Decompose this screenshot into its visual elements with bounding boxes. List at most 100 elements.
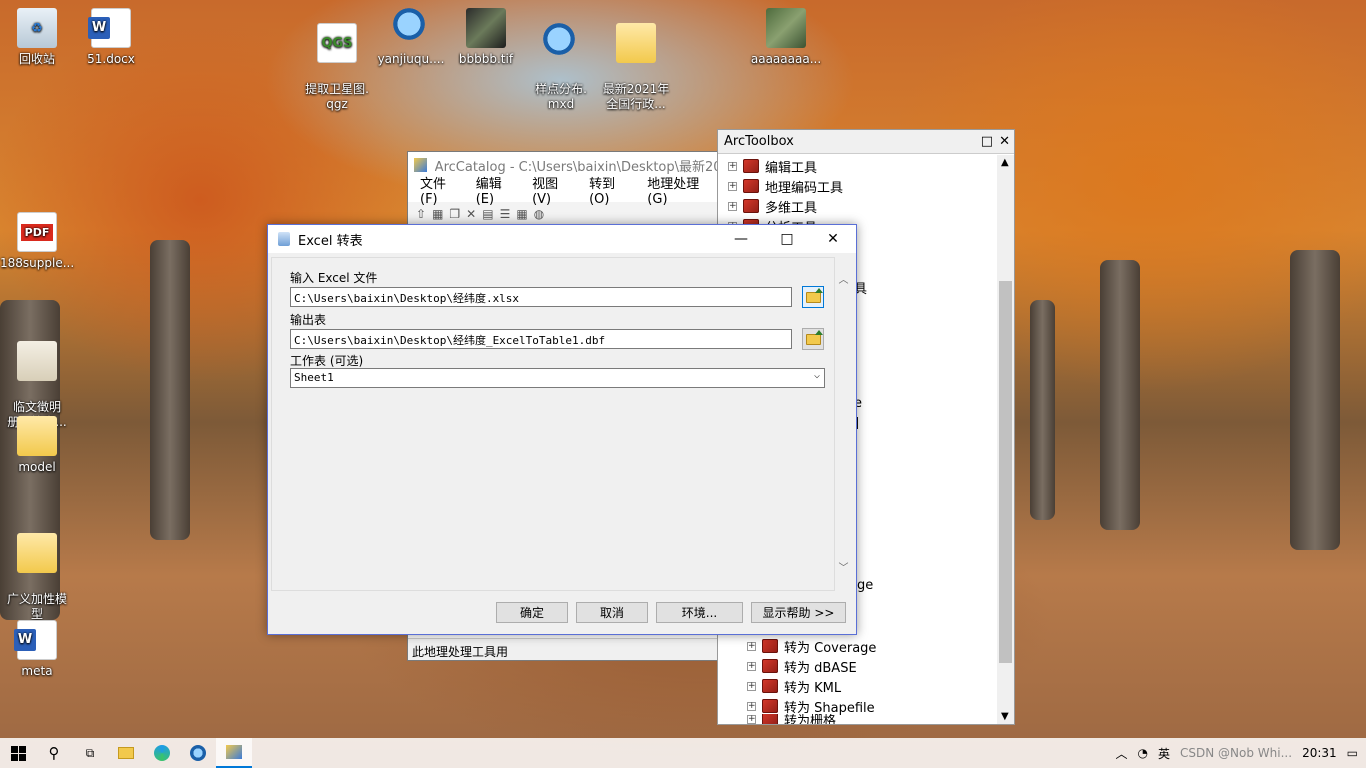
toolset-label: 转为 dBASE [784, 660, 857, 676]
scroll-down-icon[interactable]: ▼ [1001, 711, 1009, 722]
connect-folder-icon[interactable]: ▦ [432, 207, 443, 221]
toolbox-item-geocoding[interactable]: + 地理编码工具 [728, 176, 843, 196]
scroll-down-icon[interactable]: ﹀ [835, 559, 852, 576]
sheet-label: 工作表 (可选) [290, 354, 364, 368]
desktop-icon-qgz[interactable]: QGS 提取卫星图. qgz [300, 8, 374, 127]
toolbox-item-to-kml[interactable]: + 转为 KML [747, 676, 841, 696]
desktop-icon-recycle-bin[interactable]: ♻ 回收站 [0, 8, 74, 67]
pdf-icon: PDF [17, 212, 57, 252]
output-table-field[interactable]: C:\Users\baixin\Desktop\经纬度_ExcelToTable… [290, 329, 792, 349]
chevron-down-icon[interactable]: ⌵ [814, 370, 820, 381]
desktop-icon-label: 样点分布. mxd [535, 82, 587, 111]
expand-icon[interactable]: + [728, 161, 737, 171]
toolset-icon [762, 714, 778, 724]
desktop-icon-51-docx[interactable]: 51.docx [74, 8, 148, 67]
menu-edit[interactable]: 编辑(E) [468, 173, 524, 207]
edge-button[interactable] [144, 738, 180, 768]
folder-icon [17, 416, 57, 456]
menu-view[interactable]: 视图(V) [524, 173, 581, 207]
desktop-icon-sample-mxd[interactable]: 样点分布. mxd [524, 8, 598, 127]
dialog-titlebar[interactable]: Excel 转表 — □ ✕ [268, 225, 856, 253]
list-icon[interactable]: ☰ [500, 207, 511, 221]
arctoolbox-scrollbar[interactable]: ▲ ▼ [997, 155, 1014, 724]
desktop-icon-pdf[interactable]: PDF 188supple... [0, 212, 74, 271]
copy-icon[interactable]: ❐ [449, 207, 460, 221]
watermark-text: CSDN @Nob Whi... [1180, 746, 1293, 760]
input-excel-field[interactable]: C:\Users\baixin\Desktop\经纬度.xlsx [290, 287, 792, 307]
start-button[interactable] [0, 738, 36, 768]
task-view-button[interactable]: ⧉ [72, 738, 108, 768]
search-button[interactable]: ⚲ [36, 738, 72, 768]
toolset-icon [762, 699, 778, 713]
close-icon[interactable]: ✕ [999, 134, 1010, 149]
show-help-button[interactable]: 显示帮助 >> [751, 602, 846, 623]
toolbox-item-to-raster[interactable]: + 转为栅格 [747, 714, 836, 724]
large-icons-icon[interactable]: ▤ [482, 207, 493, 221]
toolbox-item-to-dbase[interactable]: + 转为 dBASE [747, 656, 857, 676]
expand-icon[interactable]: + [728, 181, 737, 191]
sheet-select-value: Sheet1 [294, 371, 334, 384]
dialog-scrollbar[interactable]: ︿ ﹀ [835, 261, 852, 581]
menu-goto[interactable]: 转到(O) [581, 173, 639, 207]
desktop-icon-aaaa[interactable]: aaaaaaaa... [749, 8, 823, 67]
edge-browser-icon [154, 745, 170, 761]
minimize-icon[interactable]: — [718, 225, 764, 253]
sheet-select[interactable]: Sheet1 ⌵ [290, 368, 825, 388]
expand-icon[interactable]: + [747, 641, 756, 651]
desktop-icon-bbbbb-tif[interactable]: bbbbb.tif [449, 8, 523, 67]
toolbox-item-multidimension[interactable]: + 多维工具 [728, 196, 817, 216]
menu-geoprocessing[interactable]: 地理处理(G) [639, 173, 721, 207]
globe-icon[interactable]: ◍ [534, 207, 544, 221]
arccatalog-taskbar-button[interactable] [216, 738, 252, 768]
notification-icon[interactable]: ▭ [1347, 746, 1358, 760]
input-language[interactable]: 英 [1158, 745, 1170, 762]
arccatalog-status: 此地理处理工具用 [408, 638, 721, 660]
menu-file[interactable]: 文件(F) [412, 173, 468, 207]
toolbox-item-to-shapefile[interactable]: + 转为 Shapefile [747, 696, 875, 716]
expand-icon[interactable]: + [747, 661, 756, 671]
expand-icon[interactable]: + [728, 201, 737, 211]
toolset-icon [762, 639, 778, 653]
cancel-button[interactable]: 取消 [576, 602, 648, 623]
expand-icon[interactable]: + [747, 701, 756, 711]
maximize-icon[interactable]: □ [981, 134, 993, 149]
chevron-up-icon[interactable]: ︿ [1116, 745, 1128, 762]
clock[interactable]: 20:31 [1302, 746, 1337, 760]
scroll-up-icon[interactable]: ︿ [835, 271, 852, 288]
toolset-label: 转为 Shapefile [784, 700, 875, 716]
desktop-icon-yanjiuqu[interactable]: yanjiuqu.... [374, 8, 448, 67]
expand-icon[interactable]: + [747, 714, 756, 724]
dialog-parameters-panel: 输入 Excel 文件 C:\Users\baixin\Desktop\经纬度.… [271, 257, 835, 591]
browse-output-button[interactable] [802, 328, 824, 350]
environments-button[interactable]: 环境... [656, 602, 743, 623]
desktop-icon-label: yanjiuqu.... [377, 52, 445, 66]
desktop-icon-admin-folder[interactable]: 最新2021年 全国行政... [599, 8, 673, 127]
search-icon: ⚲ [48, 744, 60, 762]
file-explorer-button[interactable] [108, 738, 144, 768]
close-icon[interactable]: ✕ [810, 225, 856, 253]
toolbox-item-to-coverage[interactable]: + 转为 Coverage [747, 636, 876, 656]
toolbox-item-editing[interactable]: + 编辑工具 [728, 156, 817, 176]
desktop-icon-meta[interactable]: meta [0, 620, 74, 679]
desktop-icon-model[interactable]: model [0, 416, 74, 475]
scroll-up-icon[interactable]: ▲ [1001, 157, 1009, 168]
browse-input-button[interactable] [802, 286, 824, 308]
arctoolbox-titlebar[interactable]: ArcToolbox □ ✕ [718, 130, 1014, 154]
arcmap-taskbar-button[interactable] [180, 738, 216, 768]
scrollbar-thumb[interactable] [999, 281, 1012, 663]
desktop-icon-label: model [18, 460, 56, 474]
toolbox-label: 地理编码工具 [765, 180, 844, 196]
desktop-icon-label: 51.docx [87, 52, 135, 66]
up-folder-icon[interactable]: ⇧ [416, 207, 426, 221]
taskbar: ⚲ ⧉ ︿ ◔ 英 CSDN @Nob Whi... 20:31 ▭ [0, 738, 1366, 768]
wifi-icon[interactable]: ◔ [1138, 746, 1148, 760]
expand-icon[interactable]: + [747, 681, 756, 691]
maximize-icon[interactable]: □ [764, 225, 810, 253]
details-icon[interactable]: ▦ [516, 207, 527, 221]
recycle-bin-icon: ♻ [17, 8, 57, 48]
satellite-image-icon [766, 8, 806, 48]
delete-icon[interactable]: ✕ [466, 207, 476, 221]
arccatalog-menubar: 文件(F) 编辑(E) 视图(V) 转到(O) 地理处理(G) [408, 177, 721, 207]
excel-to-table-dialog[interactable]: Excel 转表 — □ ✕ 输入 Excel 文件 C:\Users\baix… [267, 224, 857, 635]
ok-button[interactable]: 确定 [496, 602, 568, 623]
